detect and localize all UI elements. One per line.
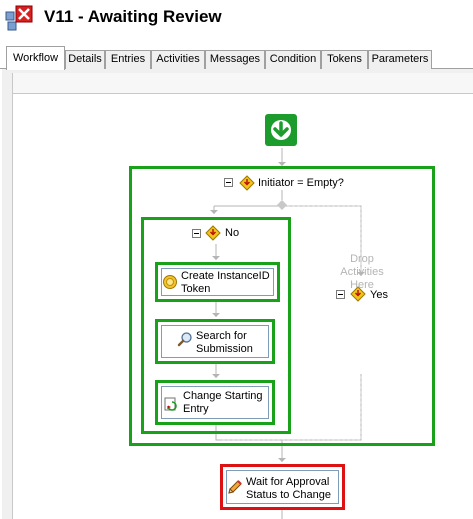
drop-activities-placeholder[interactable]: Drop Activities Here (337, 253, 387, 292)
drop-text-line1: Drop (350, 253, 374, 265)
drop-text-line3: Here (350, 279, 374, 291)
change-entry-icon (164, 397, 177, 411)
activity-label-line1: Search for (196, 330, 247, 342)
collapse-no-branch-button[interactable] (192, 229, 201, 238)
activity-label-line2: Status to Change (246, 489, 332, 501)
condition-diamond-icon (239, 175, 255, 191)
activity-label-line1: Create InstanceID (181, 270, 270, 282)
tab-workflow[interactable]: Workflow (6, 46, 65, 70)
activity-label-line2: Token (181, 283, 211, 295)
token-icon (163, 275, 177, 289)
collapse-condition-button[interactable] (224, 178, 233, 187)
activity-label-line2: Submission (196, 343, 253, 355)
drop-text-line2: Activities (340, 266, 384, 278)
branch-no-diamond-icon (205, 225, 221, 241)
activity-label-line1: Wait for Approval (246, 476, 330, 488)
pencil-icon (228, 480, 242, 494)
activity-label-line1: Change Starting (183, 390, 263, 402)
activity-label-line2: Entry (183, 403, 209, 415)
condition-label: Initiator = Empty? (258, 177, 344, 189)
start-arrow-icon[interactable] (265, 114, 297, 146)
branch-no-label: No (225, 227, 240, 239)
search-icon (177, 332, 192, 347)
